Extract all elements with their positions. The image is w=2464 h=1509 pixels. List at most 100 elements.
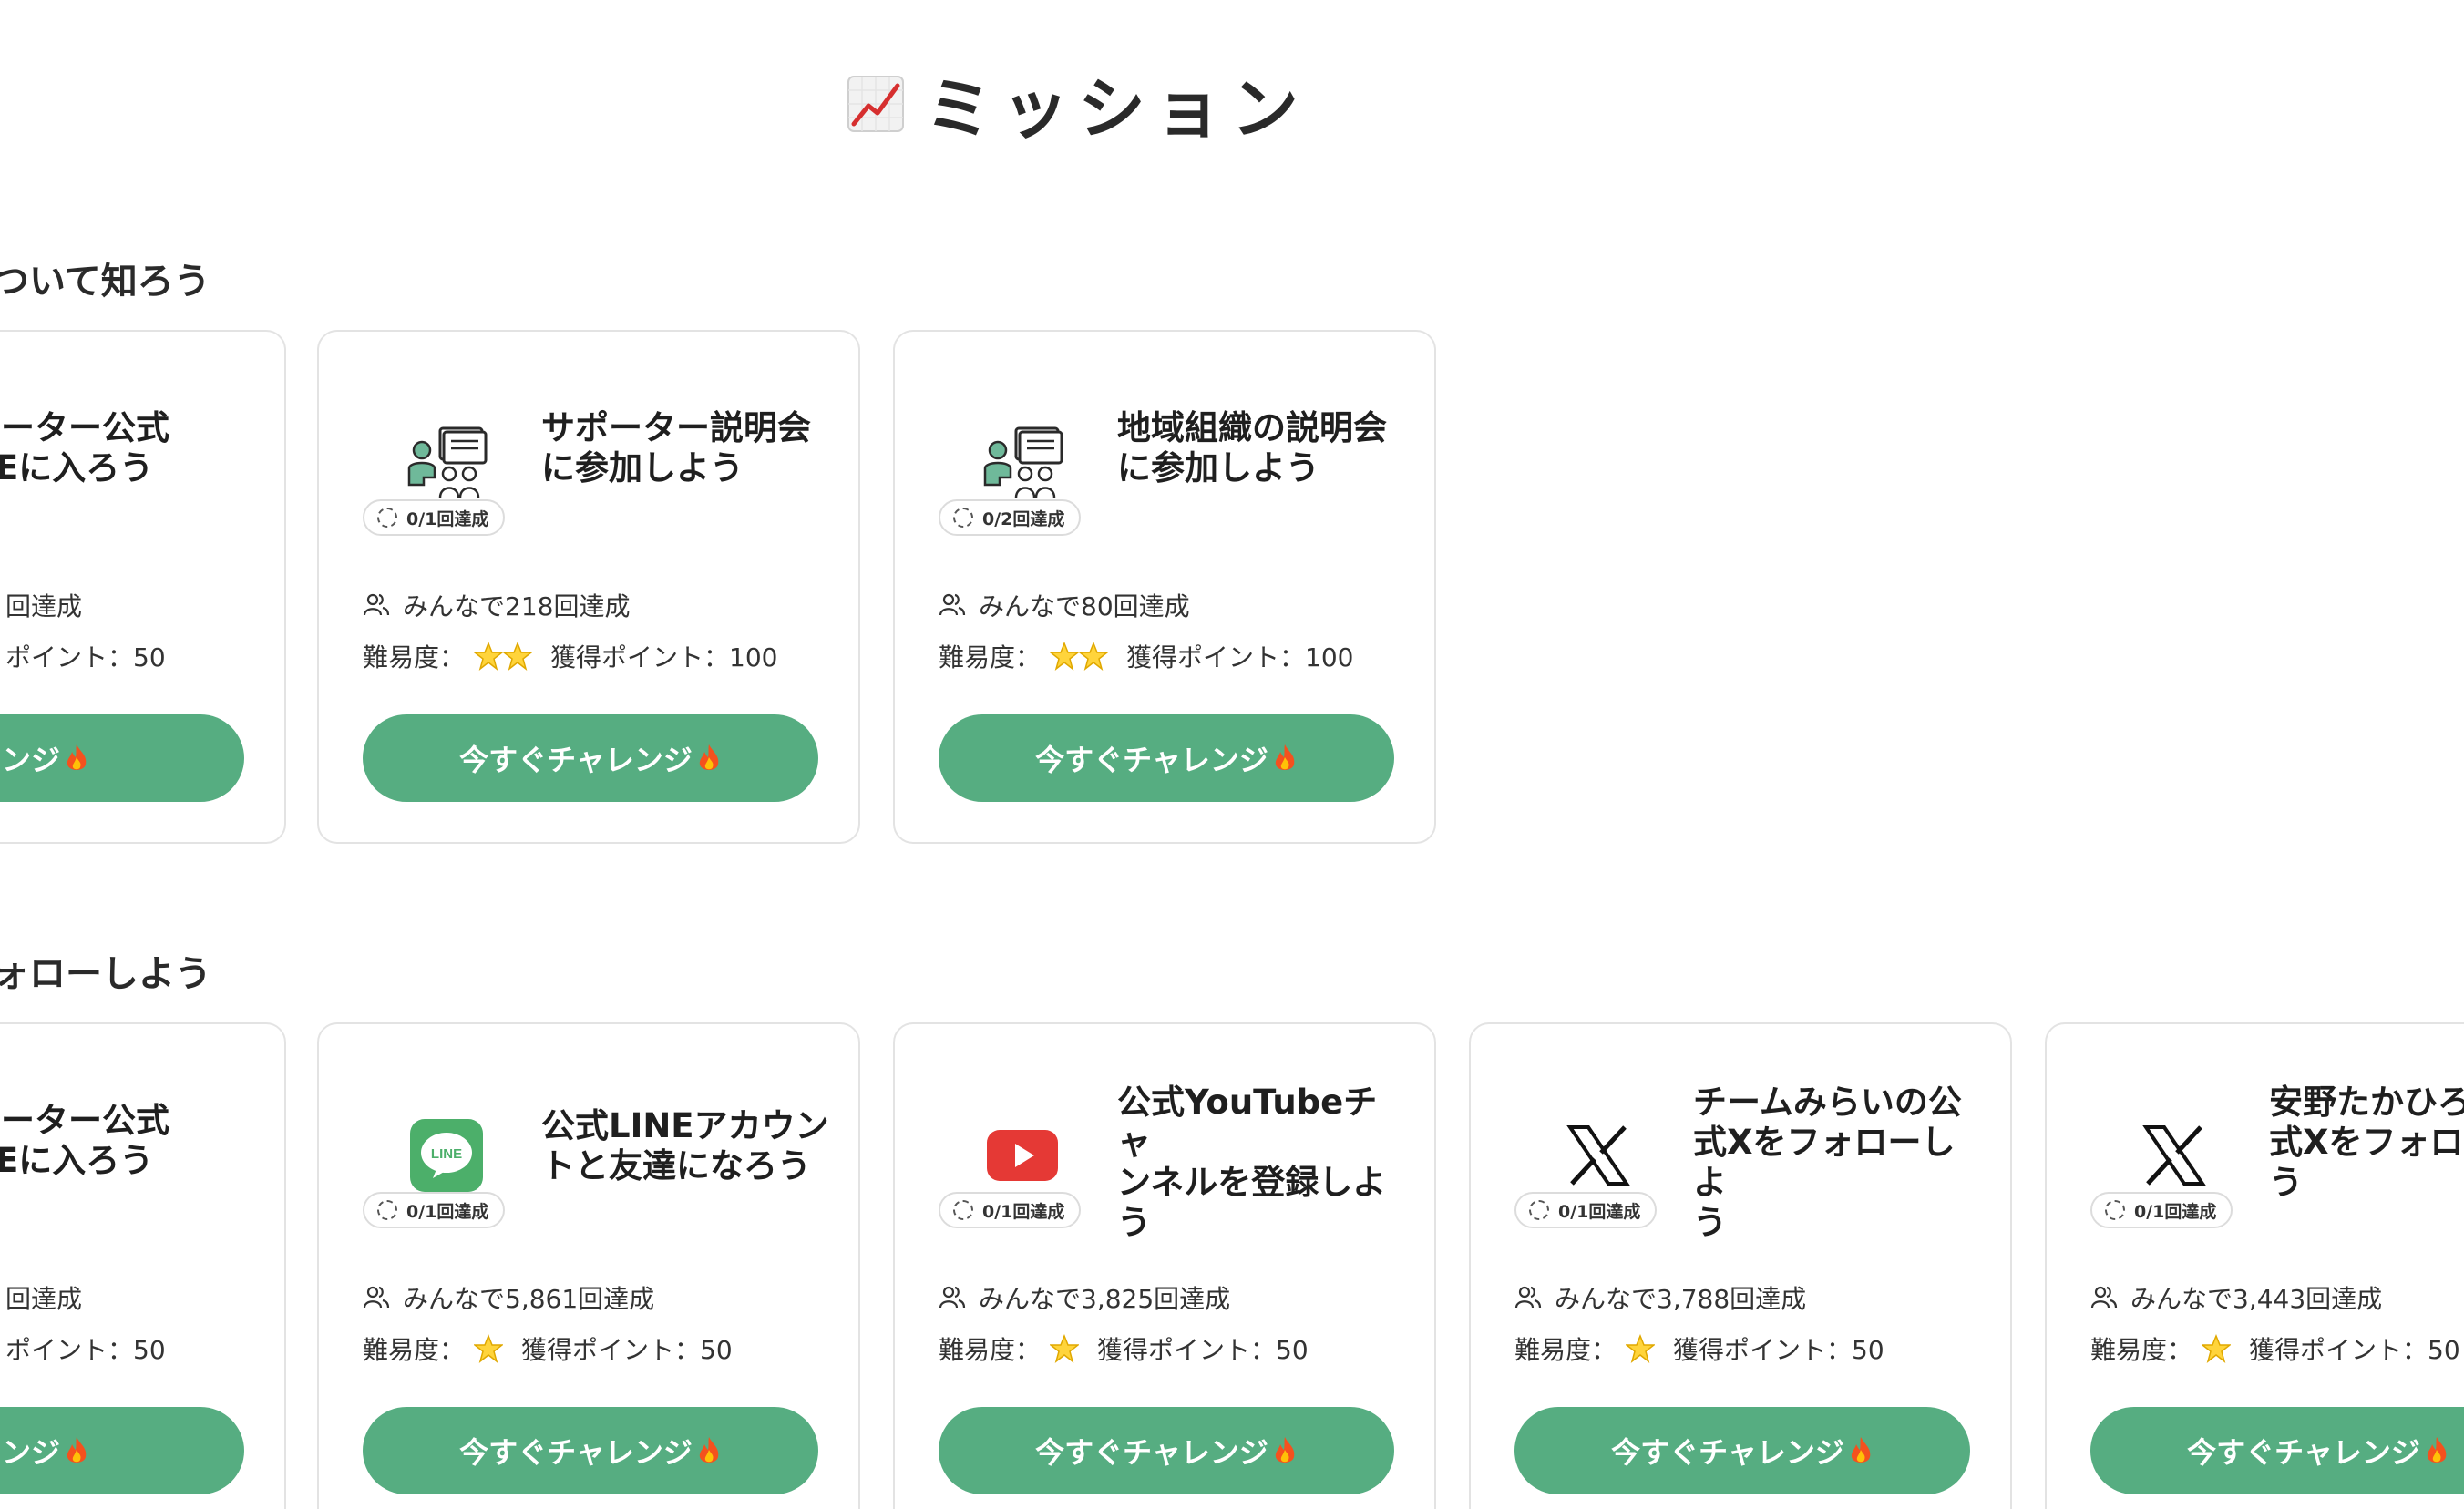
mission-card: 地域組織の説明会 に参加しよう 0/2回達成 みんなで80回達成 難易度： 獲得ポ…	[893, 330, 1436, 844]
mission-card: サポーター説明会 に参加しよう 0/1回達成 みんなで218回達成 難易度： 獲得…	[317, 330, 860, 844]
star-icon	[1050, 1334, 1080, 1363]
people-icon	[939, 1286, 966, 1309]
challenge-button[interactable]: 今すぐチャレンジ	[2090, 1407, 2464, 1494]
challenge-button-label: 今すぐチャレンジ	[459, 1436, 693, 1469]
challenge-button[interactable]: 今すぐチャレンジ	[1514, 1407, 1970, 1494]
completion-stat: みんなで3,443回達成	[2090, 1279, 2382, 1316]
people-icon	[363, 593, 390, 616]
completion-stat-text: 回達成	[5, 591, 83, 621]
progress-badge: 0/1回達成	[1514, 1192, 1658, 1228]
progress-ring-icon	[953, 508, 973, 528]
mission-title: ポーター公式 NEに入ろう	[0, 408, 169, 488]
progress-badge: 0/1回達成	[363, 1192, 506, 1228]
mission-title: 地域組織の説明会 に参加しよう	[1117, 408, 1387, 488]
points-text: 獲得ポイント：100	[550, 642, 778, 672]
mission-card: 安野たかひろの 式Xをフォロー う 0/1回達成 みんなで3,443回達成 難易…	[2045, 1022, 2464, 1509]
difficulty-label: 難易度：	[1514, 1335, 1617, 1365]
svg-text:LINE: LINE	[431, 1146, 462, 1162]
difficulty-label: 難易度：	[363, 642, 466, 672]
challenge-button[interactable]: 今すぐチャレンジ	[939, 714, 1394, 802]
difficulty-points-row: 難易度： 獲得ポイント：100	[939, 638, 1353, 674]
difficulty-points-row: 難易度： 獲得ポイント：50	[939, 1330, 1309, 1367]
challenge-button-label: 今すぐチャレンジ	[1035, 1436, 1268, 1469]
completion-stat-text: みんなで5,861回達成	[403, 1284, 655, 1314]
star-icon	[503, 642, 533, 671]
fire-icon	[2427, 1437, 2447, 1463]
mission-card: LINE 公式LINEアカウン トと友達になろう 0/1回達成 みんなで5,86…	[317, 1022, 860, 1509]
completion-stat: 回達成	[5, 1279, 82, 1316]
progress-badge-text: 0/1回達成	[406, 1201, 489, 1222]
chart-increasing-icon	[847, 75, 904, 132]
challenge-button-label: ャレンジ	[0, 744, 60, 776]
star-icon	[474, 1334, 504, 1363]
mission-title: サポーター説明会 に参加しよう	[541, 408, 811, 488]
completion-stat-text: 回達成	[5, 1284, 83, 1314]
difficulty-stars	[1050, 1334, 1080, 1363]
challenge-button[interactable]: ャレンジ	[0, 714, 244, 802]
points-row: ポイント：50	[5, 638, 166, 674]
mission-title: 公式LINEアカウン トと友達になろう	[541, 1106, 829, 1186]
mission-card: チームみらいの公 式Xをフォローしよ う 0/1回達成 みんなで3,788回達成…	[1469, 1022, 2012, 1509]
progress-ring-icon	[953, 1200, 973, 1220]
progress-ring-icon	[377, 508, 397, 528]
progress-ring-icon	[2105, 1200, 2125, 1220]
challenge-button[interactable]: ャレンジ	[0, 1407, 244, 1494]
fire-icon	[67, 1437, 87, 1463]
people-icon	[363, 1286, 390, 1309]
star-icon	[2202, 1334, 2232, 1363]
challenge-button[interactable]: 今すぐチャレンジ	[939, 1407, 1394, 1494]
challenge-button[interactable]: 今すぐチャレンジ	[363, 1407, 818, 1494]
page-title-text: ミッション	[925, 70, 1308, 149]
progress-badge: 0/1回達成	[2090, 1192, 2233, 1228]
completion-stat-text: みんなで3,443回達成	[2130, 1284, 2383, 1314]
fire-icon	[1275, 1437, 1295, 1463]
difficulty-label: 難易度：	[363, 1335, 466, 1365]
points-text: 獲得ポイント：50	[1673, 1335, 1884, 1365]
difficulty-stars	[1626, 1334, 1656, 1363]
challenge-button[interactable]: 今すぐチャレンジ	[363, 714, 818, 802]
points-text: 獲得ポイント：100	[1126, 642, 1354, 672]
mission-title: チームみらいの公 式Xをフォローしよ う	[1693, 1083, 1962, 1242]
progress-badge-text: 0/1回達成	[1558, 1201, 1641, 1222]
completion-stat: みんなで218回達成	[363, 587, 630, 623]
difficulty-points-row: 難易度： 獲得ポイント：100	[363, 638, 777, 674]
completion-stat: みんなで80回達成	[939, 587, 1190, 623]
points-row: ポイント：50	[5, 1330, 166, 1367]
fire-icon	[699, 744, 719, 770]
completion-stat-text: みんなで3,788回達成	[1555, 1284, 1807, 1314]
progress-badge: 0/1回達成	[363, 499, 506, 536]
difficulty-label: 難易度：	[2090, 1335, 2193, 1365]
mission-title: ポーター公式 NEに入ろう	[0, 1101, 169, 1180]
challenge-button-label: 今すぐチャレンジ	[2187, 1436, 2420, 1469]
star-icon	[1079, 642, 1109, 671]
progress-badge-text: 0/1回達成	[982, 1201, 1065, 1222]
challenge-button-label: 今すぐチャレンジ	[1611, 1436, 1844, 1469]
difficulty-label: 難易度：	[939, 642, 1042, 672]
difficulty-points-row: 難易度： 獲得ポイント：50	[1514, 1330, 1884, 1367]
challenge-button-label: 今すぐチャレンジ	[459, 744, 693, 776]
section-heading: ォローしよう	[0, 953, 211, 995]
fire-icon	[699, 1437, 719, 1463]
missions-page: ミッション ついて知ろう ポーター公式 NEに入ろう 回達成 ポイント：50 ャ…	[0, 0, 2464, 1509]
points-text: 獲得ポイント：50	[521, 1335, 733, 1365]
points-text: ポイント：50	[5, 642, 166, 672]
completion-stat-text: みんなで218回達成	[403, 591, 631, 621]
fire-icon	[1275, 744, 1295, 770]
completion-stat-text: みんなで80回達成	[979, 591, 1190, 621]
section-heading: ついて知ろう	[0, 261, 210, 303]
difficulty-stars	[1050, 642, 1109, 671]
completion-stat-text: みんなで3,825回達成	[979, 1284, 1231, 1314]
people-icon	[1514, 1286, 1542, 1309]
progress-ring-icon	[377, 1200, 397, 1220]
mission-title: 安野たかひろの 式Xをフォロー う	[2269, 1083, 2464, 1202]
progress-badge-text: 0/1回達成	[406, 508, 489, 529]
progress-badge: 0/2回達成	[939, 499, 1082, 536]
star-icon	[1050, 642, 1080, 671]
difficulty-stars	[474, 1334, 504, 1363]
difficulty-label: 難易度：	[939, 1335, 1042, 1365]
star-icon	[474, 642, 504, 671]
challenge-button-label: 今すぐチャレンジ	[1035, 744, 1268, 776]
difficulty-points-row: 難易度： 獲得ポイント：50	[363, 1330, 733, 1367]
mission-card: ポーター公式 NEに入ろう 回達成 ポイント：50 ャレンジ	[0, 330, 286, 844]
fire-icon	[67, 744, 87, 770]
